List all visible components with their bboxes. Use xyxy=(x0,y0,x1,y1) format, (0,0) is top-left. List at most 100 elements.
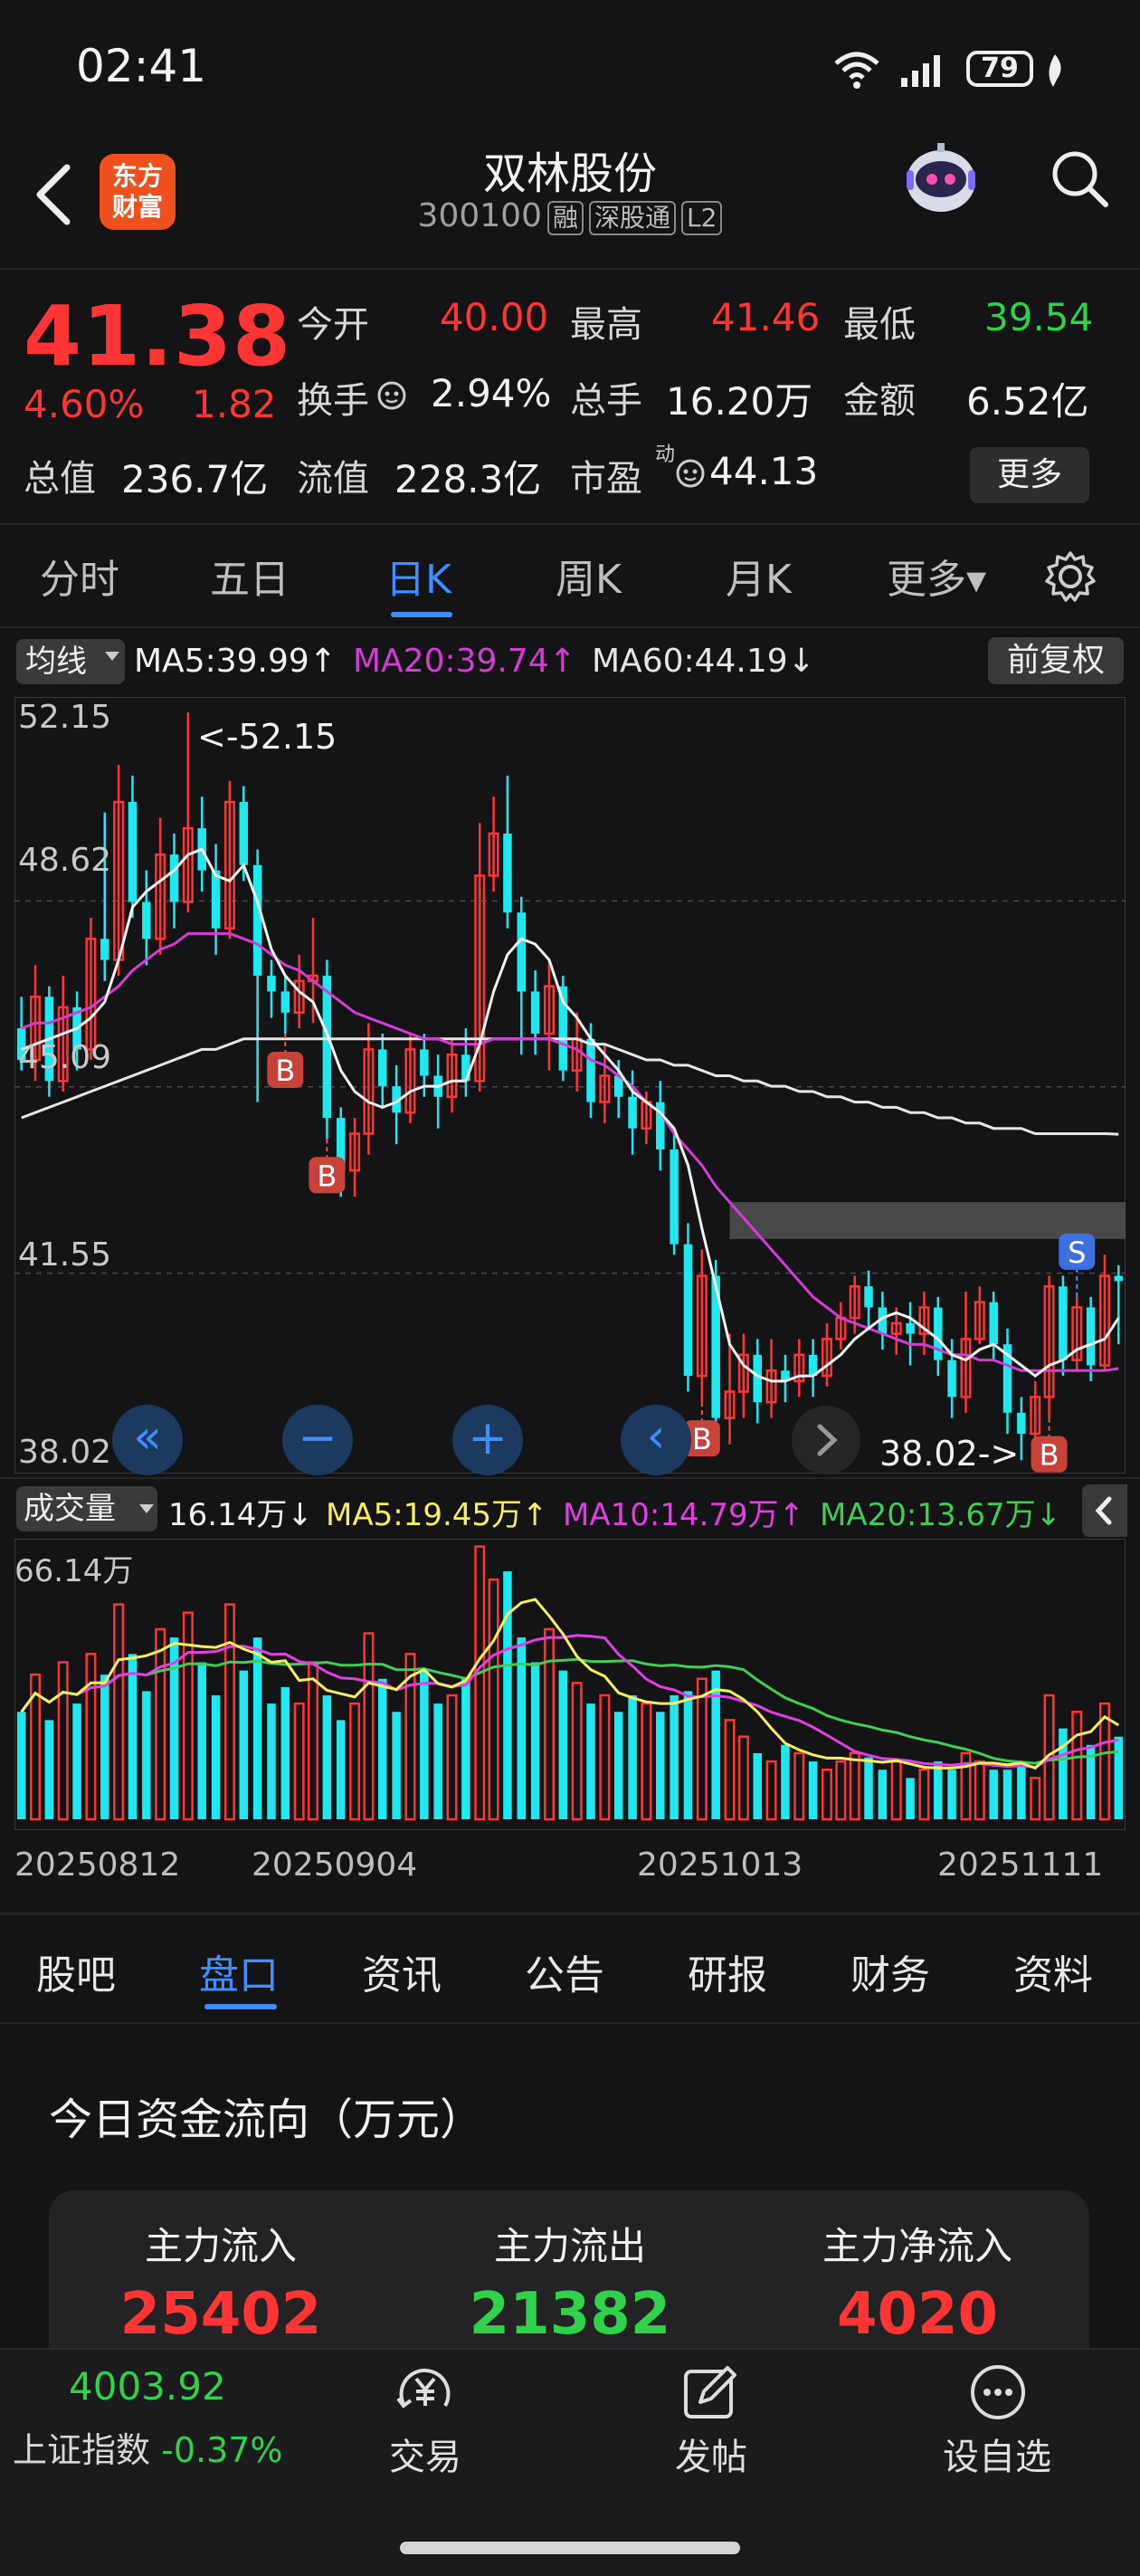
volume-frame xyxy=(14,1539,1126,1830)
volume-bar xyxy=(1114,1736,1124,1819)
volume-bar xyxy=(878,1770,888,1819)
volume-bar xyxy=(781,1744,790,1819)
scroll-left-fast-button[interactable]: « xyxy=(112,1405,183,1475)
nav-post[interactable]: 发帖 xyxy=(621,2428,802,2480)
volume-bar xyxy=(267,1703,276,1819)
home-indicator[interactable] xyxy=(400,2542,740,2554)
candle-body xyxy=(683,1244,693,1377)
volume-chart[interactable] xyxy=(14,1539,1126,1830)
trade-yuan-icon[interactable] xyxy=(391,2362,460,2422)
zoom-out-button[interactable]: − xyxy=(282,1405,353,1475)
volume-bar xyxy=(293,1702,305,1821)
high-label: 最高 xyxy=(570,304,642,346)
post-edit-icon[interactable] xyxy=(680,2362,742,2422)
volume-bar xyxy=(835,1760,847,1821)
tab-five-day[interactable]: 五日 xyxy=(210,547,290,605)
kline-chart[interactable]: B B B B S xyxy=(14,697,1126,1474)
candle-body xyxy=(1059,1286,1068,1360)
mktcap-label: 总值 xyxy=(24,458,96,500)
tab-forum[interactable]: 股吧 xyxy=(36,1942,116,2000)
tab-financials[interactable]: 财务 xyxy=(850,1942,930,2000)
candle-body xyxy=(280,991,290,1013)
nav-trade[interactable]: 交易 xyxy=(335,2428,516,2480)
adjust-price-button[interactable]: 前复权 xyxy=(988,637,1124,684)
tab-news[interactable]: 资讯 xyxy=(362,1942,442,2000)
candle-body xyxy=(267,975,276,992)
more-quote-button[interactable]: 更多 xyxy=(970,447,1089,503)
volume-bar xyxy=(378,1678,387,1819)
ma60-legend: MA60:44.19↓ xyxy=(592,643,815,680)
active-tab-underline xyxy=(391,612,452,617)
tab-monthly-k[interactable]: 月K xyxy=(726,547,792,605)
tab-research[interactable]: 研报 xyxy=(688,1942,767,2000)
volume-bar xyxy=(280,1686,290,1819)
ma-dropdown[interactable]: 均线 xyxy=(16,639,125,684)
volume-bar xyxy=(1002,1770,1012,1819)
volume-bar xyxy=(849,1751,860,1821)
volume-bar xyxy=(128,1654,138,1819)
date-label-1: 20250812 xyxy=(14,1846,181,1884)
bottom-tab-underline xyxy=(204,2004,277,2009)
volume-bar xyxy=(197,1662,206,1819)
pe-label: 市盈 xyxy=(570,458,642,500)
pe-info-icon[interactable] xyxy=(675,458,706,489)
low-label: 最低 xyxy=(843,304,916,346)
y-label-max: 52.15 xyxy=(18,699,112,736)
buy-marker-label: B xyxy=(1040,1438,1059,1473)
tab-announcements[interactable]: 公告 xyxy=(525,1942,604,2000)
volume-bar xyxy=(656,1712,665,1819)
volume-bar xyxy=(599,1693,611,1821)
candle-body xyxy=(1086,1307,1096,1366)
volume-bar xyxy=(890,1760,902,1821)
volume-ma5: MA5:19.45万↑ xyxy=(326,1497,548,1533)
volume-indicator-dropdown[interactable]: 成交量 xyxy=(16,1486,157,1531)
tab-intraday[interactable]: 分时 xyxy=(40,547,119,605)
collapse-panel-button[interactable] xyxy=(1082,1484,1127,1537)
candle-body xyxy=(864,1286,873,1308)
volume-bar xyxy=(753,1752,762,1819)
volume-bar xyxy=(670,1695,679,1819)
tab-weekly-k[interactable]: 周K xyxy=(556,547,622,605)
index-name[interactable]: 上证指数 -0.37% xyxy=(13,2422,283,2472)
volume-bar xyxy=(1030,1777,1041,1821)
section-divider xyxy=(0,1912,1140,1915)
y-label-4: 41.55 xyxy=(18,1236,112,1274)
volume-bar xyxy=(223,1603,235,1821)
date-label-2: 20250904 xyxy=(252,1846,418,1884)
search-icon[interactable] xyxy=(1048,147,1111,210)
volume-bar xyxy=(530,1662,540,1819)
volume-bar xyxy=(641,1702,652,1821)
candle-body xyxy=(989,1302,998,1345)
tab-profile[interactable]: 资料 xyxy=(1013,1942,1093,2000)
volume-current: 16.14万↓ xyxy=(168,1497,313,1533)
volume-bar xyxy=(349,1702,361,1821)
gear-icon[interactable] xyxy=(1042,549,1098,605)
robot-assistant-icon[interactable] xyxy=(896,134,986,224)
buy-marker-label: B xyxy=(317,1159,337,1193)
volume-bar xyxy=(363,1632,375,1821)
info-face-icon[interactable] xyxy=(376,380,407,411)
tab-daily-k[interactable]: 日K xyxy=(385,547,451,605)
buy-marker-label: B xyxy=(692,1422,712,1456)
chevron-left-icon xyxy=(1095,1496,1112,1525)
high-value: 41.46 xyxy=(711,295,821,339)
tab-more-periods[interactable]: 更多▾ xyxy=(887,547,986,605)
scroll-left-button[interactable]: ‹ xyxy=(621,1405,691,1475)
candle-body xyxy=(128,801,138,902)
volume-bar xyxy=(934,1761,943,1819)
index-value[interactable]: 4003.92 xyxy=(69,2364,226,2409)
support-zone-band xyxy=(729,1202,1126,1239)
volume-bar xyxy=(446,1693,458,1821)
y-label-2: 48.62 xyxy=(18,842,112,879)
more-dots-icon[interactable] xyxy=(968,2362,1028,2422)
volume-bar xyxy=(420,1670,429,1819)
volume-label: 总手 xyxy=(570,380,642,422)
low-value: 39.54 xyxy=(984,295,1094,339)
candle-body xyxy=(517,912,527,992)
scroll-right-icon[interactable] xyxy=(791,1405,861,1475)
date-label-4: 20251111 xyxy=(937,1846,1104,1884)
zoom-in-button[interactable]: + xyxy=(452,1405,523,1475)
nav-add-watchlist[interactable]: 设自选 xyxy=(907,2428,1088,2480)
candle-body xyxy=(670,1149,679,1245)
tab-order-book[interactable]: 盘口 xyxy=(199,1942,279,2000)
